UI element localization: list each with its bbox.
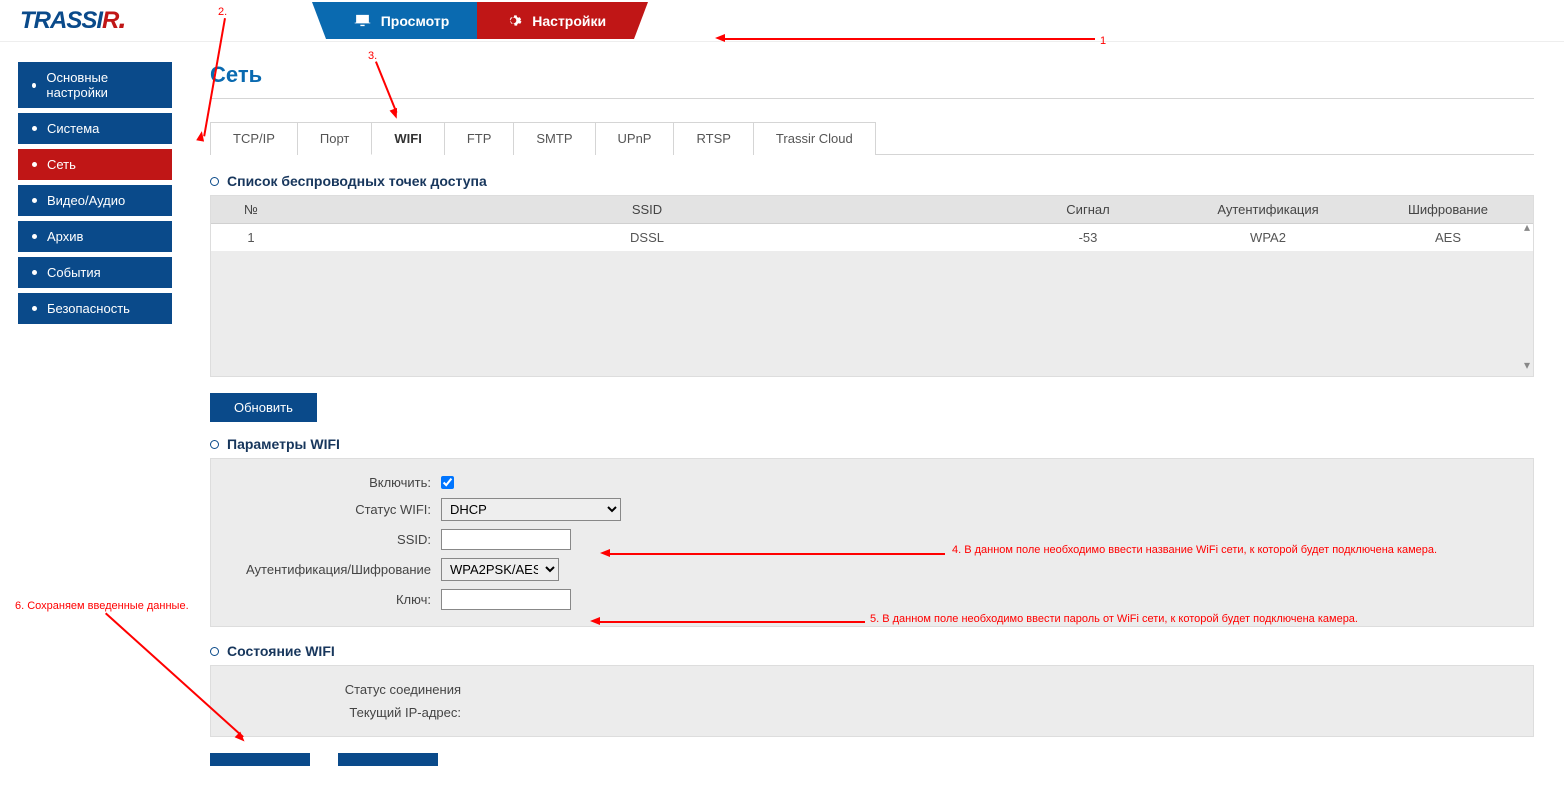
sidebar-item-label: Система xyxy=(47,121,99,136)
auth-label: Аутентификация/Шифрование xyxy=(231,562,441,577)
sidebar-item-label: Архив xyxy=(47,229,83,244)
params-panel: Включить: Статус WIFI: DHCP SSID: Аутент… xyxy=(210,458,1534,627)
status-select[interactable]: DHCP xyxy=(441,498,621,521)
enable-checkbox[interactable] xyxy=(441,476,454,489)
sidebar-item-network[interactable]: Сеть xyxy=(18,149,172,180)
subtab-cloud[interactable]: Trassir Cloud xyxy=(753,122,876,155)
cell-ssid: DSSL xyxy=(291,224,1003,252)
logo-dot: . xyxy=(118,2,125,35)
cell-auth: WPA2 xyxy=(1173,224,1363,252)
subtabs: TCP/IP Порт WIFI FTP SMTP UPnP RTSP Tras… xyxy=(210,121,1534,155)
sidebar: Основные настройки Система Сеть Видео/Ау… xyxy=(0,42,190,786)
sidebar-item-label: Видео/Аудио xyxy=(47,193,125,208)
logo-text: TRASSI xyxy=(20,7,102,34)
logo: TRASSIR. xyxy=(20,7,126,35)
subtab-rtsp[interactable]: RTSP xyxy=(673,122,753,155)
cell-enc: AES xyxy=(1363,224,1533,252)
button-2[interactable] xyxy=(338,753,438,766)
status-label: Статус WIFI: xyxy=(231,502,441,517)
state-section-title: Состояние WIFI xyxy=(210,643,1534,659)
page-title: Сеть xyxy=(210,62,1534,99)
tab-settings[interactable]: Настройки xyxy=(477,2,634,39)
cell-num: 1 xyxy=(211,224,291,252)
key-input[interactable] xyxy=(441,589,571,610)
ip-label: Текущий IP-адрес: xyxy=(231,705,471,720)
col-auth: Аутентификация xyxy=(1173,196,1363,224)
table-row[interactable]: 1 DSSL -53 WPA2 AES xyxy=(211,224,1533,252)
subtab-ftp[interactable]: FTP xyxy=(444,122,515,155)
col-ssid: SSID xyxy=(291,196,1003,224)
sidebar-item-label: Сеть xyxy=(47,157,76,172)
sidebar-item-system[interactable]: Система xyxy=(18,113,172,144)
enable-label: Включить: xyxy=(231,475,441,490)
logo-accent: R xyxy=(102,7,118,34)
sidebar-item-security[interactable]: Безопасность xyxy=(18,293,172,324)
conn-label: Статус соединения xyxy=(231,682,471,697)
ssid-input[interactable] xyxy=(441,529,571,550)
subtab-tcpip[interactable]: TCP/IP xyxy=(210,122,298,155)
ap-panel: № SSID Сигнал Аутентификация Шифрование … xyxy=(210,195,1534,377)
sidebar-item-label: События xyxy=(47,265,101,280)
content-area: Сеть TCP/IP Порт WIFI FTP SMTP UPnP RTSP… xyxy=(190,42,1564,786)
col-signal: Сигнал xyxy=(1003,196,1173,224)
tab-preview-label: Просмотр xyxy=(381,13,450,29)
key-label: Ключ: xyxy=(231,592,441,607)
subtab-smtp[interactable]: SMTP xyxy=(513,122,595,155)
gear-icon xyxy=(505,12,522,29)
ap-section-title: Список беспроводных точек доступа xyxy=(210,173,1534,189)
nav-tabs: Просмотр Настройки xyxy=(326,2,634,39)
cell-signal: -53 xyxy=(1003,224,1173,252)
top-bar: TRASSIR. Просмотр Настройки xyxy=(0,0,1564,42)
subtab-wifi[interactable]: WIFI xyxy=(371,122,444,155)
sidebar-item-label: Безопасность xyxy=(47,301,130,316)
subtab-upnp[interactable]: UPnP xyxy=(595,122,675,155)
sidebar-item-events[interactable]: События xyxy=(18,257,172,288)
scroll-down-icon[interactable]: ▾ xyxy=(1524,358,1530,372)
params-section-title: Параметры WIFI xyxy=(210,436,1534,452)
scroll-up-icon[interactable]: ▴ xyxy=(1524,220,1530,234)
col-enc: Шифрование xyxy=(1363,196,1533,224)
ap-scroll-area[interactable]: № SSID Сигнал Аутентификация Шифрование … xyxy=(211,196,1533,376)
sidebar-item-archive[interactable]: Архив xyxy=(18,221,172,252)
auth-select[interactable]: WPA2PSK/AES xyxy=(441,558,559,581)
sidebar-item-basic[interactable]: Основные настройки xyxy=(18,62,172,108)
col-num: № xyxy=(211,196,291,224)
sidebar-item-label: Основные настройки xyxy=(46,70,158,100)
sidebar-item-video[interactable]: Видео/Аудио xyxy=(18,185,172,216)
state-panel: Статус соединения Текущий IP-адрес: xyxy=(210,665,1534,737)
tab-preview[interactable]: Просмотр xyxy=(326,2,478,39)
tab-settings-label: Настройки xyxy=(532,13,606,29)
refresh-button[interactable]: Обновить xyxy=(210,393,317,422)
ap-table: № SSID Сигнал Аутентификация Шифрование … xyxy=(211,196,1533,251)
save-button[interactable] xyxy=(210,753,310,766)
ssid-label: SSID: xyxy=(231,532,441,547)
monitor-icon xyxy=(354,12,371,29)
subtab-port[interactable]: Порт xyxy=(297,122,372,155)
